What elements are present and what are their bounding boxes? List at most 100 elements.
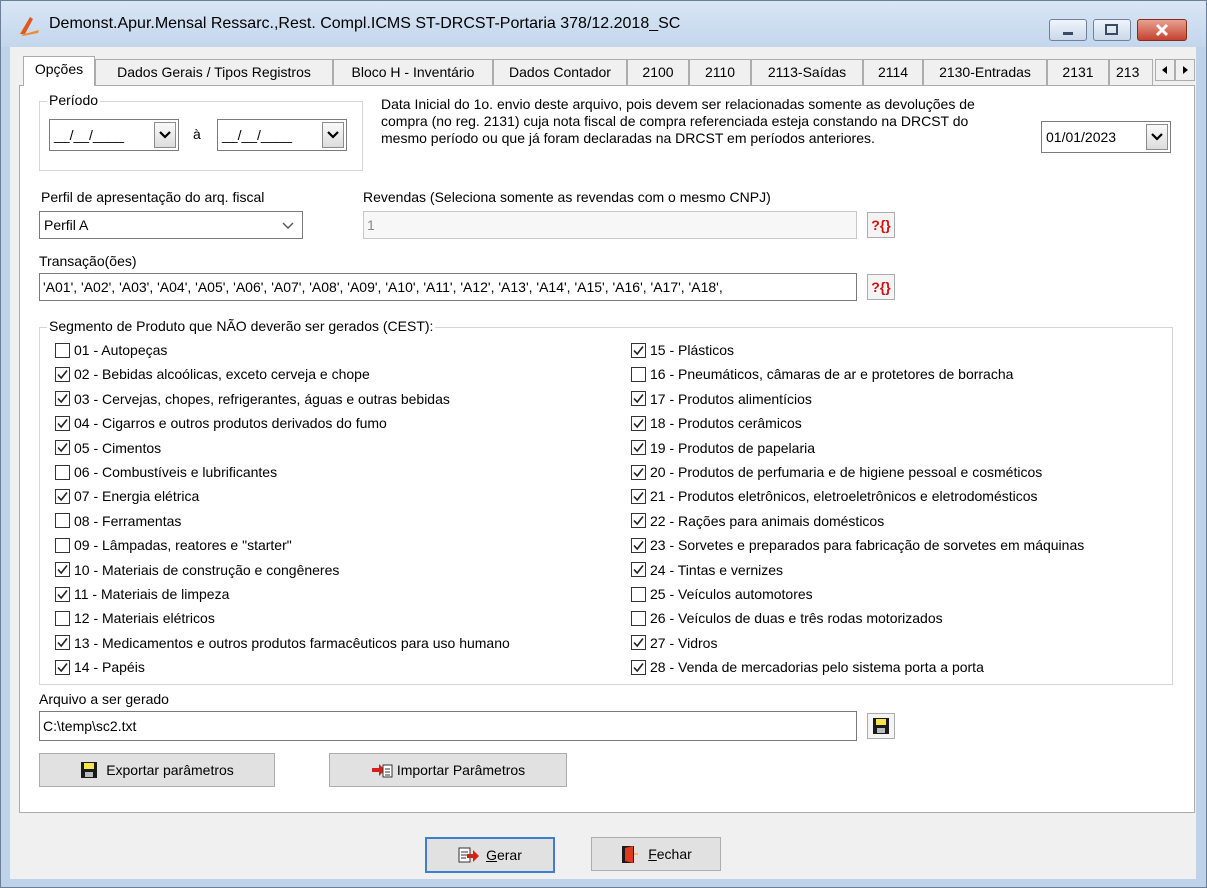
checkbox[interactable] xyxy=(631,659,646,675)
revendas-field[interactable]: 1 xyxy=(363,211,857,239)
checkbox[interactable] xyxy=(631,537,646,553)
checkbox[interactable] xyxy=(631,586,646,602)
exportar-parametros-button[interactable]: Exportar parâmetros xyxy=(39,753,275,787)
checkbox-label: 24 - Tintas e vernizes xyxy=(650,561,784,578)
periodo-end-dropdown-button[interactable] xyxy=(322,122,344,148)
tab-2130-entradas[interactable]: 2130-Entradas xyxy=(923,59,1047,85)
checkbox[interactable] xyxy=(55,586,70,602)
tab-2100[interactable]: 2100 xyxy=(627,59,689,85)
title-bar[interactable]: Demonst.Apur.Mensal Ressarc.,Rest. Compl… xyxy=(1,1,1206,47)
tab-2131[interactable]: 2131 xyxy=(1047,59,1109,85)
transacoes-field[interactable]: 'A01', 'A02', 'A03', 'A04', 'A05', 'A06'… xyxy=(39,273,857,301)
segmento-checkbox-row[interactable]: 08 - Ferramentas xyxy=(55,510,181,532)
segmento-checkbox-row[interactable]: 15 - Plásticos xyxy=(631,339,734,361)
checkmark-icon xyxy=(57,418,68,428)
tab-2113-saidas[interactable]: 2113-Saídas xyxy=(751,59,863,85)
segmento-checkbox-row[interactable]: 16 - Pneumáticos, câmaras de ar e protet… xyxy=(631,363,1013,385)
segmento-checkbox-row[interactable]: 10 - Materiais de construção e congênere… xyxy=(55,559,339,581)
data-inicial-dropdown-button[interactable] xyxy=(1146,124,1168,150)
close-button[interactable] xyxy=(1137,19,1187,41)
segmento-checkbox-row[interactable]: 14 - Papéis xyxy=(55,656,145,678)
checkbox[interactable] xyxy=(55,464,70,480)
revendas-lookup-button[interactable]: ?{} xyxy=(867,212,895,238)
segmento-checkbox-row[interactable]: 17 - Produtos alimentícios xyxy=(631,388,812,410)
checkbox[interactable] xyxy=(631,488,646,504)
segmento-checkbox-row[interactable]: 02 - Bebidas alcoólicas, exceto cerveja … xyxy=(55,363,370,385)
checkbox[interactable] xyxy=(55,610,70,626)
checkbox[interactable] xyxy=(55,537,70,553)
import-icon xyxy=(371,764,393,778)
segmento-checkbox-row[interactable]: 25 - Veículos automotores xyxy=(631,583,813,605)
segmento-checkbox-row[interactable]: 27 - Vidros xyxy=(631,632,717,654)
segmento-checkbox-row[interactable]: 19 - Produtos de papelaria xyxy=(631,437,815,459)
segmento-checkbox-row[interactable]: 26 - Veículos de duas e três rodas motor… xyxy=(631,607,943,629)
data-inicial-date-picker[interactable]: 01/01/2023 xyxy=(1041,121,1171,153)
segmento-checkbox-row[interactable]: 09 - Lâmpadas, reatores e "starter" xyxy=(55,534,292,556)
tab-scroll-right-button[interactable] xyxy=(1175,59,1195,81)
tab-213-partial[interactable]: 213 xyxy=(1109,59,1153,85)
app-window: Demonst.Apur.Mensal Ressarc.,Rest. Compl… xyxy=(0,0,1207,888)
checkbox[interactable] xyxy=(55,415,70,431)
checkbox[interactable] xyxy=(631,342,646,358)
checkbox[interactable] xyxy=(55,391,70,407)
tab-opcoes[interactable]: Opções xyxy=(23,56,95,86)
segmento-checkbox-row[interactable]: 13 - Medicamentos e outros produtos farm… xyxy=(55,632,510,654)
data-inicial-note: Data Inicial do 1o. envio deste arquivo,… xyxy=(381,96,975,146)
importar-parametros-button[interactable]: Importar Parâmetros xyxy=(329,753,567,787)
segmento-checkbox-row[interactable]: 12 - Materiais elétricos xyxy=(55,607,215,629)
tab-bloco-h[interactable]: Bloco H - Inventário xyxy=(333,59,493,85)
checkbox[interactable] xyxy=(631,464,646,480)
checkbox[interactable] xyxy=(631,440,646,456)
segmento-checkbox-row[interactable]: 23 - Sorvetes e preparados para fabricaç… xyxy=(631,534,1084,556)
segmento-checkbox-row[interactable]: 28 - Venda de mercadorias pelo sistema p… xyxy=(631,656,984,678)
segmento-checkbox-row[interactable]: 05 - Cimentos xyxy=(55,437,161,459)
checkbox[interactable] xyxy=(631,366,646,382)
segmento-checkbox-row[interactable]: 07 - Energia elétrica xyxy=(55,485,199,507)
checkbox[interactable] xyxy=(55,659,70,675)
minimize-button[interactable] xyxy=(1049,19,1087,41)
gerar-button[interactable]: Gerar xyxy=(425,837,555,873)
checkbox[interactable] xyxy=(55,366,70,382)
maximize-button[interactable] xyxy=(1093,19,1131,41)
checkbox[interactable] xyxy=(55,342,70,358)
checkbox[interactable] xyxy=(55,513,70,529)
segmento-checkbox-row[interactable]: 24 - Tintas e vernizes xyxy=(631,559,783,581)
fechar-button[interactable]: Fechar xyxy=(591,837,721,871)
tab-2110[interactable]: 2110 xyxy=(689,59,751,85)
checkbox[interactable] xyxy=(631,610,646,626)
segmento-checkbox-row[interactable]: 01 - Autopeças xyxy=(55,339,167,361)
checkbox[interactable] xyxy=(631,513,646,529)
revendas-label: Revendas (Seleciona somente as revendas … xyxy=(363,189,771,205)
checkbox[interactable] xyxy=(55,440,70,456)
segmento-checkbox-row[interactable]: 20 - Produtos de perfumaria e de higiene… xyxy=(631,461,1042,483)
arquivo-field[interactable]: C:\temp\sc2.txt xyxy=(39,711,857,741)
checkbox[interactable] xyxy=(55,562,70,578)
segmento-checkbox-row[interactable]: 21 - Produtos eletrônicos, eletroeletrôn… xyxy=(631,485,1038,507)
periodo-start-dropdown-button[interactable] xyxy=(154,122,176,148)
checkbox[interactable] xyxy=(631,562,646,578)
checkbox[interactable] xyxy=(55,488,70,504)
segmento-checkbox-row[interactable]: 04 - Cigarros e outros produtos derivado… xyxy=(55,412,387,434)
segmento-checkbox-row[interactable]: 11 - Materiais de limpeza xyxy=(55,583,229,605)
transacoes-lookup-button[interactable]: ?{} xyxy=(867,274,895,300)
segmento-checkbox-row[interactable]: 06 - Combustíveis e lubrificantes xyxy=(55,461,277,483)
checkbox[interactable] xyxy=(631,391,646,407)
periodo-end-date-picker[interactable]: __/__/____ xyxy=(217,119,347,151)
perfil-select[interactable]: Perfil A xyxy=(39,211,303,239)
tab-2114[interactable]: 2114 xyxy=(863,59,923,85)
tab-dados-contador[interactable]: Dados Contador xyxy=(493,59,627,85)
periodo-start-date-picker[interactable]: __/__/____ xyxy=(49,119,179,151)
checkbox-label: 10 - Materiais de construção e congênere… xyxy=(74,561,340,578)
checkmark-icon xyxy=(633,565,644,575)
arquivo-save-button[interactable] xyxy=(867,713,895,739)
segmento-checkbox-row[interactable]: 18 - Produtos cerâmicos xyxy=(631,412,802,434)
checkmark-icon xyxy=(633,540,644,550)
transacoes-label: Transação(ões) xyxy=(39,253,137,269)
checkbox[interactable] xyxy=(55,635,70,651)
segmento-checkbox-row[interactable]: 03 - Cervejas, chopes, refrigerantes, ág… xyxy=(55,388,450,410)
segmento-checkbox-row[interactable]: 22 - Rações para animais domésticos xyxy=(631,510,884,532)
tab-dados-gerais[interactable]: Dados Gerais / Tipos Registros xyxy=(95,59,333,85)
tab-scroll-left-button[interactable] xyxy=(1155,59,1175,81)
checkbox[interactable] xyxy=(631,635,646,651)
checkbox[interactable] xyxy=(631,415,646,431)
